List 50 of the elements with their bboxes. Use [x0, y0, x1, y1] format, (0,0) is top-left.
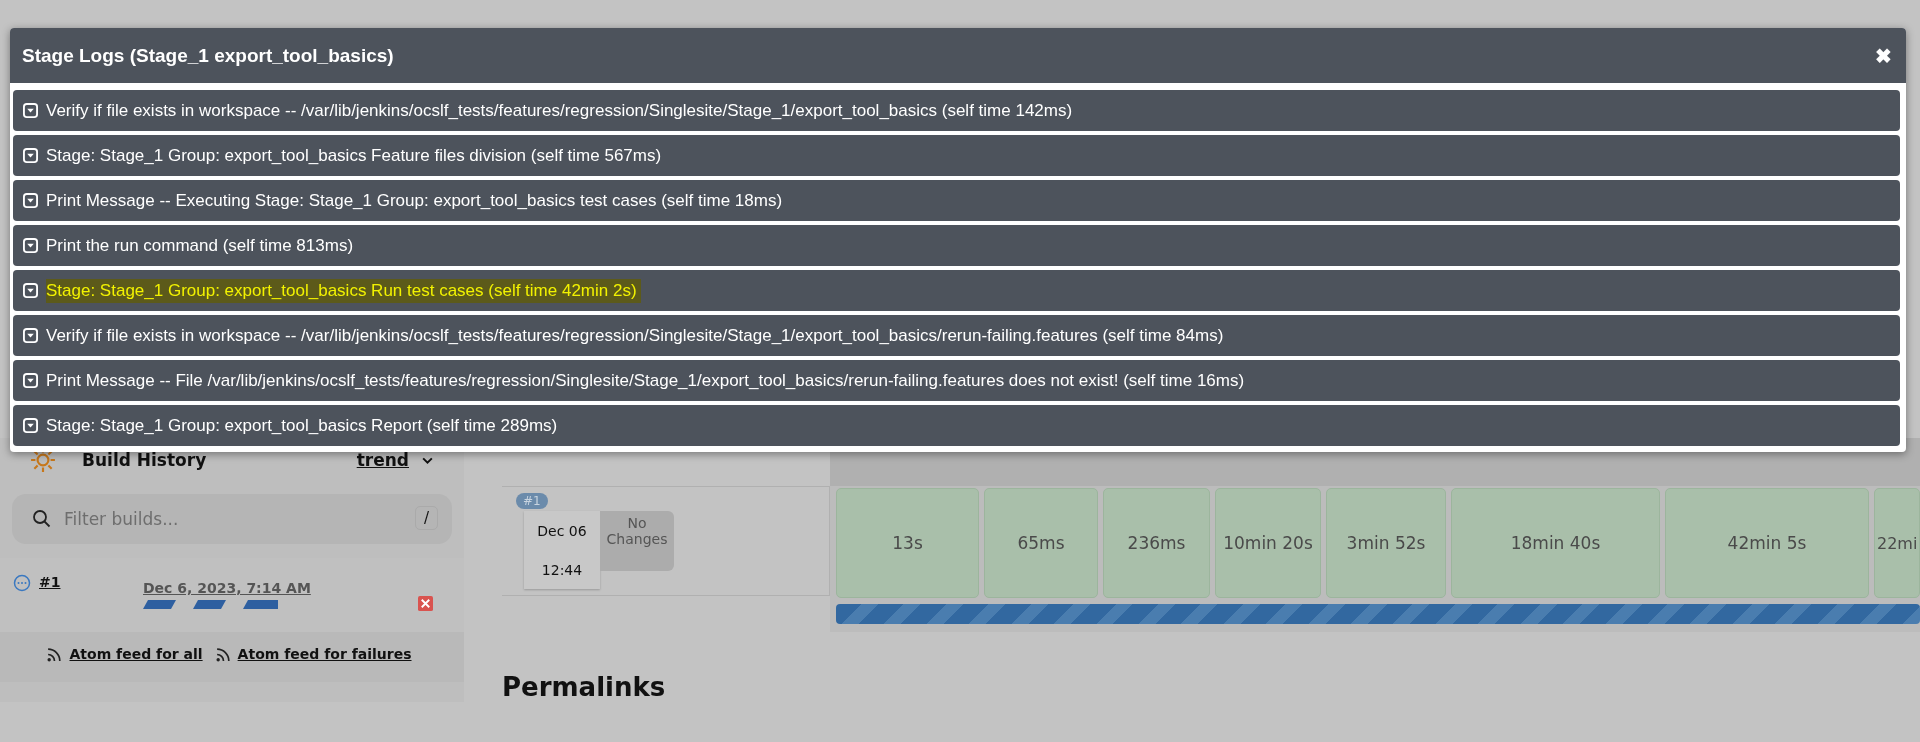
atom-feed-link[interactable]: Atom feed for all: [69, 646, 203, 662]
abort-icon[interactable]: [417, 596, 434, 611]
build-date-link[interactable]: Dec 6, 2023, 7:14 AM: [143, 580, 311, 596]
stage-duration-cell[interactable]: 18min 40s: [1451, 488, 1660, 598]
build-history-title: Build History: [81, 450, 208, 470]
trend-link[interactable]: trend: [356, 450, 409, 470]
stage-duration-cell[interactable]: 236ms: [1103, 488, 1210, 598]
build-time: 12:44: [541, 561, 583, 578]
log-entry[interactable]: Print the run command (self time 813ms): [13, 225, 1900, 266]
build-date: Dec 06: [537, 522, 587, 539]
expand-icon[interactable]: [23, 328, 38, 343]
log-entry[interactable]: Print Message -- Executing Stage: Stage_1 Group: export_tool_basics test cases (self time 18ms): [13, 180, 1900, 221]
log-entry[interactable]: Print Message -- File /var/lib/jenkins/ocslf_tests/features/regression/Singlesite/Stage_1/export_tool_basics/rerun-failing.features does not exist! (self time 16ms): [13, 360, 1900, 401]
expand-icon[interactable]: [23, 418, 38, 433]
in-progress-icon: [13, 574, 31, 592]
log-entry-text: Stage: Stage_1 Group: export_tool_basics Run test cases (self time 42min 2s): [46, 278, 641, 303]
expand-icon[interactable]: [23, 373, 38, 388]
build-link[interactable]: #1: [39, 574, 135, 590]
log-entry-text: Stage: Stage_1 Group: export_tool_basics Feature files division (self time 567ms): [46, 144, 663, 167]
stage-duration-cell[interactable]: 13s: [836, 488, 979, 598]
shortcut-key: /: [414, 506, 438, 530]
stage-duration-cell[interactable]: 10min 20s: [1215, 488, 1321, 598]
rss-icon: [46, 645, 64, 663]
log-entry-text: Print the run command (self time 813ms): [46, 234, 355, 257]
stripes-icon: [143, 600, 278, 609]
log-entry-text: Verify if file exists in workspace -- /var/lib/jenkins/ocslf_tests/features/regression/Singlesite/Stage_1/export_tool_basics (self time 142ms): [46, 99, 1074, 122]
expand-icon[interactable]: [23, 148, 38, 163]
expand-icon[interactable]: [23, 283, 38, 298]
log-entry-text: Print Message -- Executing Stage: Stage_1 Group: export_tool_basics test cases (self time 18ms): [46, 189, 784, 212]
close-button[interactable]: ✖: [1869, 42, 1898, 69]
stage-duration-cell[interactable]: 42min 5s: [1665, 488, 1869, 598]
atom-feed-link[interactable]: Atom feed for failures: [237, 646, 412, 662]
log-entry-text: Verify if file exists in workspace -- /var/lib/jenkins/ocslf_tests/features/regression/Singlesite/Stage_1/export_tool_basics/rerun-failing.features (self time 84ms): [46, 324, 1225, 347]
expand-icon[interactable]: [23, 103, 38, 118]
dialog-title: Stage Logs (Stage_1 export_tool_basics): [22, 44, 394, 67]
log-entry[interactable]: Verify if file exists in workspace -- /var/lib/jenkins/ocslf_tests/features/regression/Singlesite/Stage_1/export_tool_basics (self time 142ms): [13, 90, 1900, 131]
log-entry-text: Print Message -- File /var/lib/jenkins/ocslf_tests/features/regression/Singlesite/Stage_1/export_tool_basics/rerun-failing.features does not exist! (self time 16ms): [46, 369, 1246, 392]
permalinks-heading: Permalinks: [502, 672, 667, 702]
rss-icon: [214, 645, 232, 663]
expand-icon[interactable]: [23, 238, 38, 253]
log-entry[interactable]: Stage: Stage_1 Group: export_tool_basics Report (self time 289ms): [13, 405, 1900, 446]
stage-duration-cell[interactable]: 65ms: [984, 488, 1098, 598]
stage-duration-cell[interactable]: 22mi: [1874, 488, 1920, 598]
log-entry[interactable]: Stage: Stage_1 Group: export_tool_basics Run test cases (self time 42min 2s): [13, 270, 1900, 311]
log-entry[interactable]: Verify if file exists in workspace -- /var/lib/jenkins/ocslf_tests/features/regression/Singlesite/Stage_1/export_tool_basics/rerun-failing.features (self time 84ms): [13, 315, 1900, 356]
stage-duration-cell[interactable]: 3min 52s: [1326, 488, 1446, 598]
expand-icon[interactable]: [23, 193, 38, 208]
log-entry[interactable]: Stage: Stage_1 Group: export_tool_basics Feature files division (self time 567ms): [13, 135, 1900, 176]
search-icon: [32, 509, 52, 529]
log-entry-text: Stage: Stage_1 Group: export_tool_basics Report (self time 289ms): [46, 414, 559, 437]
